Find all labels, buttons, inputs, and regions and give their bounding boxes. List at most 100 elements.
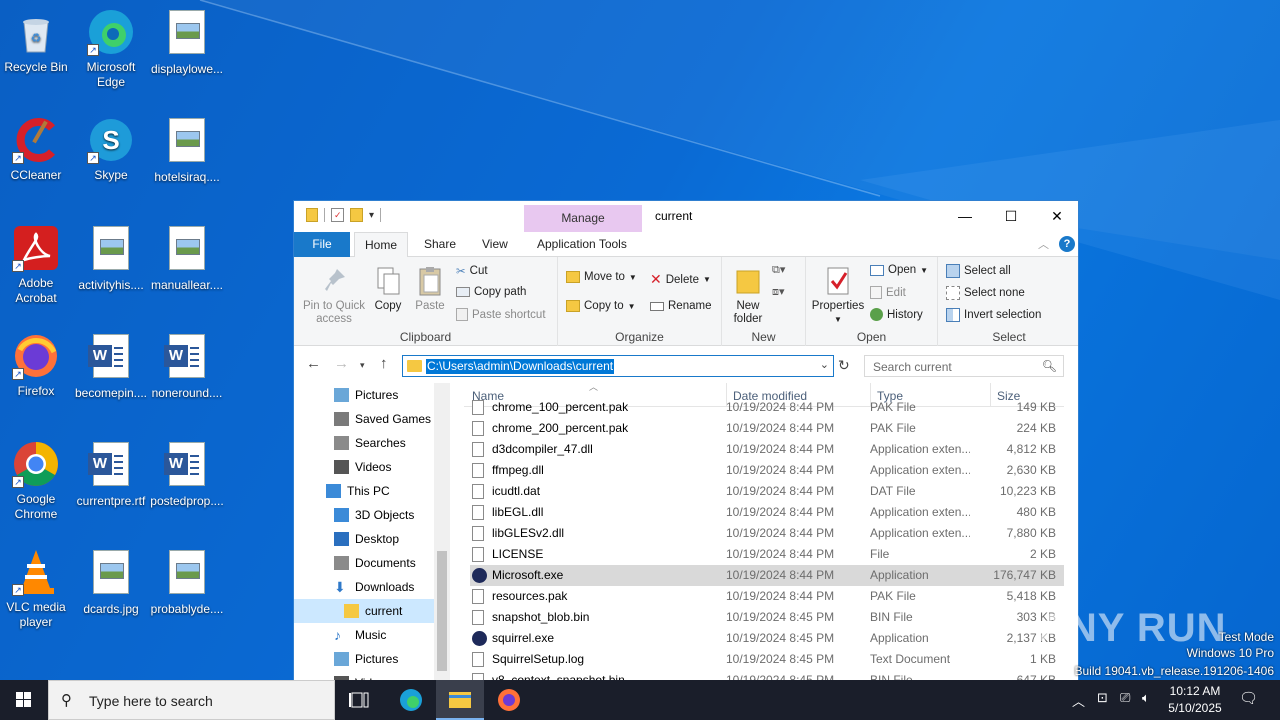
- desktop-icon-currentpre-rtf[interactable]: Wcurrentpre.rtf: [73, 440, 149, 509]
- tray-chevron-up-icon[interactable]: ︿: [1072, 691, 1085, 710]
- desktop-icon-probablyde[interactable]: probablyde....: [149, 548, 225, 617]
- search-input[interactable]: Search current: [873, 360, 952, 374]
- open-button[interactable]: Open ▼: [870, 264, 928, 276]
- paste-button[interactable]: Paste: [410, 265, 450, 313]
- file-row[interactable]: libGLESv2.dll 10/19/2024 8:44 PM Applicati…: [470, 523, 1064, 544]
- tray-device-icon[interactable]: ⊡: [1097, 690, 1108, 706]
- select-all-button[interactable]: Select all: [946, 264, 1011, 278]
- nav-item-music[interactable]: ♪ Music: [294, 623, 434, 647]
- new-folder-icon[interactable]: [350, 208, 363, 222]
- clock[interactable]: 10:12 AM 5/10/2025: [1160, 683, 1230, 717]
- move-to-button[interactable]: Move to ▼: [566, 271, 637, 283]
- start-button[interactable]: [0, 680, 48, 720]
- file-row[interactable]: LICENSE 10/19/2024 8:44 PM File 2 KB: [470, 544, 1064, 565]
- select-none-button[interactable]: Select none: [946, 286, 1025, 300]
- delete-button[interactable]: ✕ Delete ▼: [650, 271, 711, 288]
- nav-item-downloads[interactable]: ⬇ Downloads: [294, 575, 434, 599]
- desktop-icon-becomepin[interactable]: Wbecomepin....: [73, 332, 149, 401]
- address-path[interactable]: C:\Users\admin\Downloads\current: [426, 359, 615, 374]
- new-folder-button[interactable]: New folder: [726, 265, 770, 326]
- tab-file[interactable]: File: [294, 232, 350, 257]
- file-row[interactable]: chrome_200_percent.pak 10/19/2024 8:44 PM…: [470, 418, 1064, 439]
- desktop-icon-ccleaner[interactable]: ↗ CCleaner: [0, 116, 74, 183]
- taskbar-firefox[interactable]: [485, 680, 533, 720]
- volume-icon[interactable]: 🔈︎: [1142, 690, 1150, 706]
- nav-item-saved-games[interactable]: Saved Games: [294, 407, 434, 431]
- help-icon[interactable]: ?: [1059, 236, 1075, 252]
- manage-context-tab[interactable]: Manage: [524, 205, 642, 232]
- desktop-icon-google-chrome[interactable]: ↗ Google Chrome: [0, 440, 74, 522]
- file-row[interactable]: squirrel.exe 10/19/2024 8:45 PM Applicatio…: [470, 628, 1064, 649]
- task-view-button[interactable]: [336, 680, 384, 720]
- history-button[interactable]: History: [870, 308, 923, 321]
- search-box[interactable]: Search current 🔍︎: [864, 355, 1064, 377]
- tab-application-tools[interactable]: Application Tools: [527, 232, 637, 257]
- nav-item-documents[interactable]: Documents: [294, 551, 434, 575]
- file-row[interactable]: Microsoft.exe 10/19/2024 8:44 PM Applicati…: [470, 565, 1064, 586]
- back-arrow-icon[interactable]: ←: [306, 355, 321, 372]
- desktop-icon-dcards-jpg[interactable]: dcards.jpg: [73, 548, 149, 617]
- nav-item-desktop[interactable]: Desktop: [294, 527, 434, 551]
- customize-chevron-icon[interactable]: ▾: [369, 210, 374, 221]
- file-row[interactable]: libEGL.dll 10/19/2024 8:44 PM Application …: [470, 502, 1064, 523]
- nav-scrollbar-thumb[interactable]: [437, 551, 447, 671]
- edit-button[interactable]: Edit: [870, 286, 906, 299]
- desktop-icon-manuallear[interactable]: manuallear....: [149, 224, 225, 293]
- nav-item-current[interactable]: current: [294, 599, 434, 623]
- copy-button[interactable]: Copy: [370, 265, 406, 313]
- network-icon[interactable]: ⎚: [1120, 690, 1130, 706]
- desktop-icon-hotelsiraq[interactable]: hotelsiraq....: [149, 116, 225, 185]
- properties-button[interactable]: Properties ▼: [810, 265, 866, 326]
- desktop-icon-firefox[interactable]: ↗ Firefox: [0, 332, 74, 399]
- desktop-icon-skype[interactable]: S ↗ Skype: [73, 116, 149, 183]
- nav-item-pictures[interactable]: Pictures: [294, 383, 434, 407]
- easy-access-icon[interactable]: ⧈▾: [772, 285, 785, 299]
- file-row[interactable]: SquirrelSetup.log 10/19/2024 8:45 PM Text …: [470, 649, 1064, 670]
- desktop-icon-activityhis[interactable]: activityhis....: [73, 224, 149, 293]
- recent-locations-chevron-icon[interactable]: ▾: [360, 360, 365, 371]
- new-item-icon[interactable]: ⧉▾: [772, 263, 785, 277]
- tab-share[interactable]: Share: [414, 232, 466, 257]
- address-bar[interactable]: C:\Users\admin\Downloads\current ⌄: [402, 355, 834, 377]
- taskbar-search[interactable]: ⚲ Type here to search: [48, 680, 335, 720]
- taskbar-file-explorer[interactable]: [436, 680, 484, 720]
- tab-view[interactable]: View: [472, 232, 518, 257]
- cut-button[interactable]: ✂ Cut: [456, 264, 488, 278]
- desktop-icon-microsoft-edge[interactable]: ↗ Microsoft Edge: [73, 8, 149, 90]
- notifications-icon[interactable]: 🗨︎: [1239, 689, 1258, 707]
- desktop-icon-adobe-acrobat[interactable]: ↗ Adobe Acrobat: [0, 224, 74, 306]
- desktop-icon-postedprop[interactable]: Wpostedprop....: [149, 440, 225, 509]
- rename-button[interactable]: Rename: [650, 300, 711, 312]
- pin-quick-access-button[interactable]: Pin to Quick access: [300, 265, 368, 326]
- up-arrow-icon[interactable]: ↑: [380, 355, 388, 372]
- collapse-ribbon-icon[interactable]: ︿: [1038, 236, 1049, 252]
- properties-icon[interactable]: ✓: [331, 208, 344, 222]
- nav-item-searches[interactable]: Searches: [294, 431, 434, 455]
- desktop-icon-displaylowe[interactable]: displaylowe...: [149, 8, 225, 77]
- taskbar-search-input[interactable]: Type here to search: [89, 693, 213, 709]
- desktop-icon-noneround[interactable]: Wnoneround....: [149, 332, 225, 401]
- nav-item-3d-objects[interactable]: 3D Objects: [294, 503, 434, 527]
- forward-arrow-icon[interactable]: →: [334, 355, 349, 372]
- desktop-icon-recycle-bin[interactable]: ♻ Recycle Bin: [0, 8, 74, 75]
- paste-shortcut-button[interactable]: Paste shortcut: [456, 308, 546, 321]
- file-row[interactable]: ffmpeg.dll 10/19/2024 8:44 PM Application …: [470, 460, 1064, 481]
- taskbar-edge[interactable]: [387, 680, 435, 720]
- nav-item-pictures[interactable]: Pictures: [294, 647, 434, 671]
- tab-home[interactable]: Home: [354, 232, 409, 258]
- copy-path-button[interactable]: Copy path: [456, 286, 526, 298]
- address-chevron-down-icon[interactable]: ⌄: [820, 358, 829, 371]
- nav-scrollbar[interactable]: [434, 383, 450, 689]
- nav-item-this-pc[interactable]: This PC: [294, 479, 434, 503]
- file-row[interactable]: snapshot_blob.bin 10/19/2024 8:45 PM BIN F…: [470, 607, 1064, 628]
- file-row[interactable]: chrome_100_percent.pak 10/19/2024 8:44 PM…: [470, 397, 1064, 418]
- desktop-icon-vlc-media-player[interactable]: ↗ VLC media player: [0, 548, 74, 630]
- close-button[interactable]: ✕: [1034, 201, 1078, 231]
- file-row[interactable]: d3dcompiler_47.dll 10/19/2024 8:44 PM Appl…: [470, 439, 1064, 460]
- copy-to-button[interactable]: Copy to ▼: [566, 300, 636, 312]
- refresh-icon[interactable]: ↻: [838, 357, 850, 374]
- minimize-button[interactable]: —: [942, 201, 988, 231]
- nav-item-videos[interactable]: Videos: [294, 455, 434, 479]
- invert-selection-button[interactable]: Invert selection: [946, 308, 1041, 322]
- file-row[interactable]: resources.pak 10/19/2024 8:44 PM PAK File 5…: [470, 586, 1064, 607]
